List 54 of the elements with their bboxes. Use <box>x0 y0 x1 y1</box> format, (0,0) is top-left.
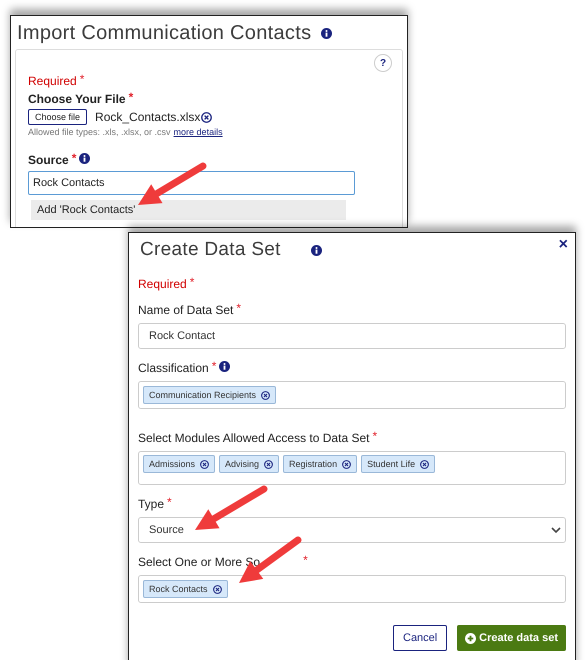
tag[interactable]: Admissions <box>143 455 216 473</box>
info-icon[interactable] <box>79 153 90 164</box>
help-button[interactable]: ? <box>374 54 392 72</box>
remove-icon[interactable] <box>201 112 212 122</box>
tag-field[interactable]: Admissions Advising Registration Student Life <box>138 451 566 485</box>
source-input[interactable]: Rock Contacts <box>28 171 355 195</box>
cancel-button[interactable]: Cancel <box>393 625 448 651</box>
field-label: Source <box>28 153 69 167</box>
required-note: Required <box>28 74 77 88</box>
tag[interactable]: Advising <box>219 455 280 473</box>
chevron-icon <box>551 526 561 534</box>
remove-icon[interactable] <box>420 460 430 468</box>
create-button[interactable]: Create data set <box>457 625 566 651</box>
tag[interactable]: Communication Recipients <box>143 386 276 404</box>
plus-icon <box>465 632 476 644</box>
panel-title: Import Communication Contacts <box>17 22 312 45</box>
tag-field[interactable]: Rock Contacts <box>138 575 566 603</box>
field-label: Choose Your File <box>28 92 126 106</box>
field-label: Type <box>138 497 164 511</box>
required-mark: * <box>372 431 378 441</box>
details-link[interactable]: more details <box>174 127 223 137</box>
remove-icon[interactable] <box>342 460 352 468</box>
type-select[interactable]: Source <box>138 517 566 543</box>
remove-icon[interactable] <box>264 460 274 468</box>
choose-file-button[interactable]: Choose file <box>28 109 88 125</box>
required-mark: * <box>128 92 134 102</box>
tag[interactable]: Student Life <box>361 455 436 473</box>
info-icon[interactable] <box>321 28 332 39</box>
info-icon[interactable] <box>219 361 230 372</box>
file-name: Rock_Contacts.xlsx <box>95 110 200 124</box>
file-type-hint: Allowed file types: .xls, .xlsx, or .csv <box>28 127 171 137</box>
required-mark: * <box>72 153 76 163</box>
remove-icon[interactable] <box>200 460 210 468</box>
dialog-title: Create Data Set <box>140 239 281 261</box>
tag[interactable]: Registration <box>283 455 358 473</box>
pointer-arrow <box>138 162 206 205</box>
add-option[interactable]: Add 'Rock Contacts' <box>31 200 346 220</box>
required-mark: * <box>80 74 84 84</box>
field-label: Name of Data Set <box>138 303 234 317</box>
required-mark: * <box>236 303 242 313</box>
required-mark: * <box>190 277 194 287</box>
close-button[interactable]: × <box>558 236 568 254</box>
field-label: Select Modules Allowed Access to Data Set <box>138 431 370 445</box>
tag[interactable]: Rock Contacts <box>143 580 228 598</box>
remove-icon[interactable] <box>212 584 222 594</box>
required-mark: * <box>212 361 216 371</box>
field-label: Classification <box>138 361 209 375</box>
required-note: Required <box>138 277 187 291</box>
info-icon[interactable] <box>310 244 322 256</box>
name-field[interactable]: Rock Contact <box>138 323 566 349</box>
tag-field[interactable]: Communication Recipients <box>138 381 566 409</box>
required-mark: * <box>167 497 172 507</box>
required-mark: * <box>303 555 308 565</box>
remove-icon[interactable] <box>261 390 270 400</box>
